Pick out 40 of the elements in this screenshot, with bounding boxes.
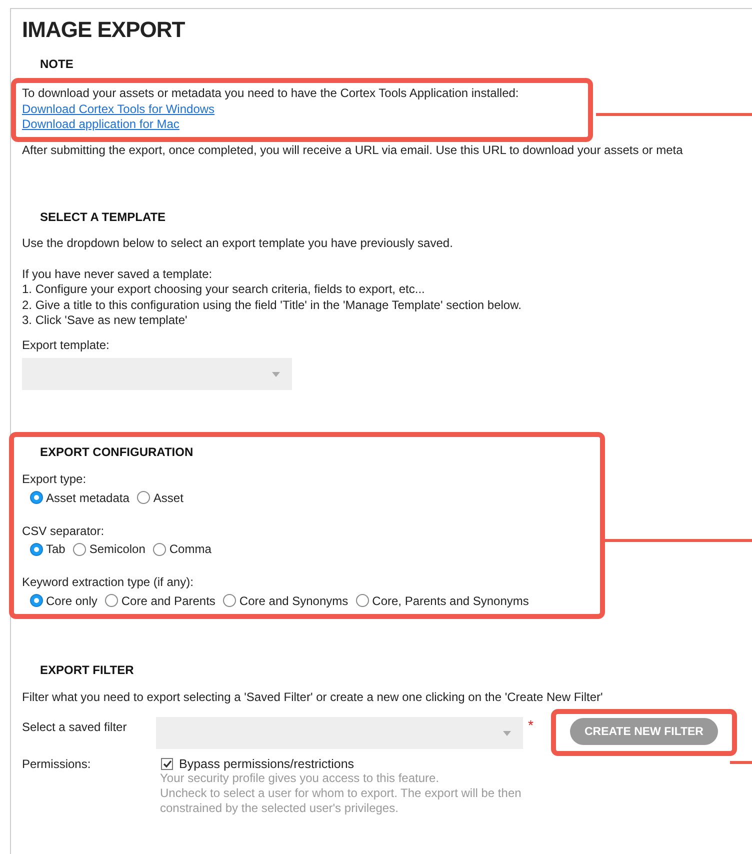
instruction-text: 1. Configure your export choosing your search criteria, fields to export, etc... xyxy=(22,282,425,298)
hint-text: Your security profile gives you access to this feature. xyxy=(160,771,440,786)
radio-option[interactable]: Comma xyxy=(153,542,212,556)
instruction-text: 2. Give a title to this configuration using the field 'Title' in the 'Manage Template' section below. xyxy=(22,298,522,313)
template-dropdown[interactable] xyxy=(22,358,292,390)
radio-option[interactable]: Semicolon xyxy=(73,542,146,556)
section-heading: EXPORT CONFIGURATION xyxy=(40,445,194,459)
field-label: Keyword extraction type (if any): xyxy=(22,575,194,590)
required-mark: * xyxy=(528,717,534,733)
download-link[interactable]: Download application for Mac xyxy=(22,117,180,131)
caret-icon xyxy=(503,731,511,736)
radio-option[interactable]: Core and Parents xyxy=(105,594,216,608)
download-link[interactable]: Download Cortex Tools for Windows xyxy=(22,102,215,116)
info-text: After submitting the export, once completed, you will receive a URL via email. Use this URL to download your assets or meta xyxy=(22,142,684,158)
info-text: Filter what you need to export selecting a 'Saved Filter' or create a new one clicking on the 'Create New Filter' xyxy=(22,690,604,705)
hint-text: Uncheck to select a user for whom to export. The export will be then xyxy=(160,786,522,801)
instruction-text: If you have never saved a template: xyxy=(22,266,212,282)
filter-dropdown[interactable] xyxy=(156,717,523,749)
leader-line xyxy=(730,761,752,764)
radio-option[interactable]: Asset xyxy=(137,490,184,504)
section-heading: SELECT A TEMPLATE xyxy=(40,210,166,224)
radio-option[interactable]: Core, Parents and Synonyms xyxy=(356,594,529,608)
info-text: Use the dropdown below to select an export template you have previously saved. xyxy=(22,236,454,252)
note-text: To download your assets or metadata you need to have the Cortex Tools Application installed: xyxy=(22,86,520,102)
field-label: CSV separator: xyxy=(22,524,106,539)
field-label: Permissions: xyxy=(22,757,92,773)
field-label: Select a saved filter xyxy=(22,720,128,736)
field-label: Export template: xyxy=(22,338,110,353)
radio-option[interactable]: Tab xyxy=(30,542,66,556)
radio-option[interactable]: Asset metadata xyxy=(30,490,130,504)
bypass-checkbox[interactable]: Bypass permissions/restrictions xyxy=(161,757,354,771)
instruction-text: 3. Click 'Save as new template' xyxy=(22,313,188,328)
radio-option[interactable]: Core only xyxy=(30,594,98,608)
caret-icon xyxy=(272,372,280,377)
field-label: Export type: xyxy=(22,472,88,488)
section-heading: NOTE xyxy=(40,57,74,71)
section-heading: EXPORT FILTER xyxy=(40,662,134,676)
radio-option[interactable]: Core and Synonyms xyxy=(223,594,348,608)
page-title: IMAGE EXPORT xyxy=(22,16,185,43)
hint-text: constrained by the selected user's privileges. xyxy=(160,801,400,816)
